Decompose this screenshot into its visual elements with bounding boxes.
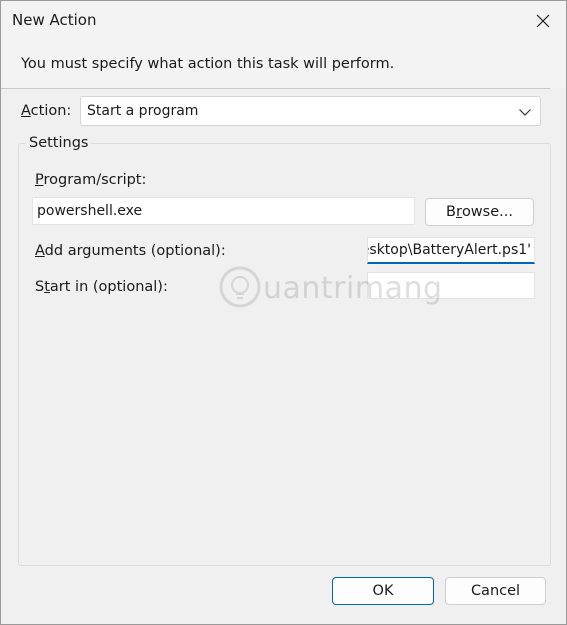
program-script-input[interactable]: powershell.exe [32,197,415,225]
title-bar: New Action [1,1,566,41]
add-arguments-value: Desktop\BatteryAlert.ps1' [367,242,531,258]
program-script-label: Program/script: [35,172,147,188]
browse-button[interactable]: Br owse... [425,198,534,226]
start-in-label: Start in (optional): [35,279,168,295]
action-dropdown-value: Start a program [87,103,199,119]
program-script-value: powershell.exe [37,203,143,219]
watermark-text: uantrimang [263,271,443,306]
action-dropdown[interactable]: Start a program [80,96,541,126]
chevron-down-icon [519,109,531,116]
close-button[interactable] [520,1,566,41]
cancel-button[interactable]: Cancel [445,577,546,605]
window-title: New Action [12,11,97,29]
add-arguments-label: Add arguments (optional): [35,243,226,259]
instruction-panel: You must specify what action this task w… [1,41,566,88]
lightbulb-logo-icon [219,266,261,308]
close-icon [536,14,550,28]
add-arguments-input[interactable]: Desktop\BatteryAlert.ps1' [367,237,535,264]
action-label: Action: [21,103,72,119]
divider [1,88,550,89]
new-action-dialog: New Action You must specify what action … [0,0,567,625]
watermark: uantrimang [219,263,449,313]
instruction-text: You must specify what action this task w… [21,56,395,72]
settings-group-title: Settings [26,135,92,151]
ok-button[interactable]: OK [332,577,434,605]
